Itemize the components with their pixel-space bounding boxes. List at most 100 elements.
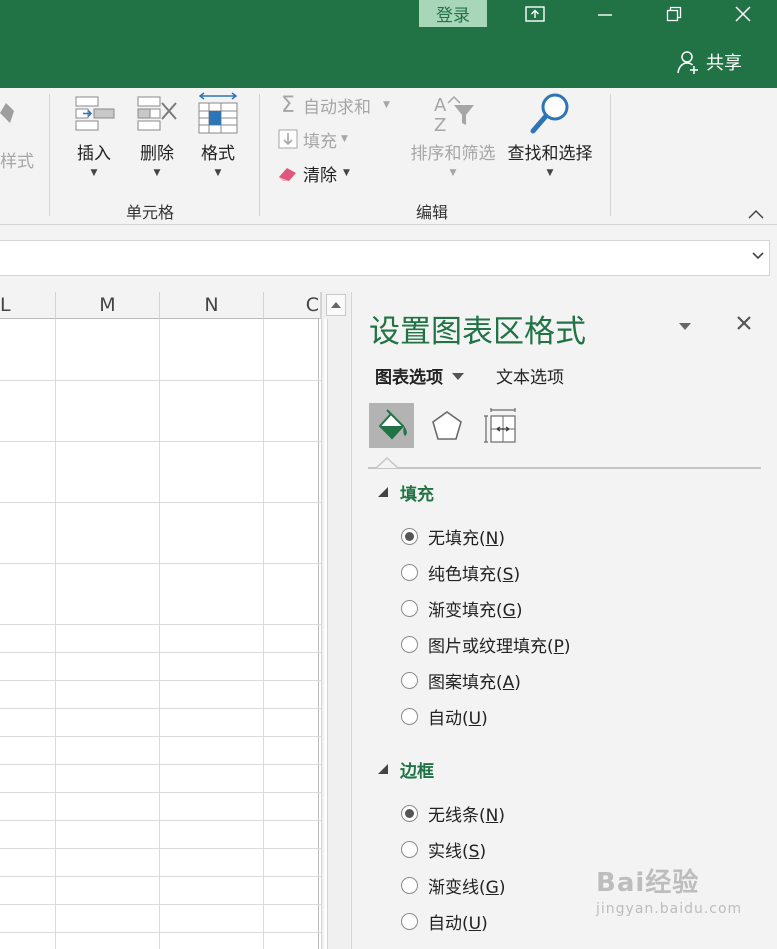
title-bar: 登录 共享	[0, 0, 777, 88]
chevron-down-icon: ▼	[90, 168, 98, 178]
radio-button[interactable]	[401, 840, 418, 858]
ribbon-display-options-button[interactable]	[504, 0, 566, 27]
scroll-up-button[interactable]	[326, 294, 346, 316]
border-option[interactable]: 无线条(N)	[401, 800, 505, 826]
radio-button[interactable]	[401, 804, 418, 822]
column-header-n[interactable]: N	[160, 292, 264, 319]
delete-label: 删除	[140, 144, 174, 164]
close-icon	[735, 5, 751, 22]
collapse-triangle-icon	[378, 487, 388, 497]
minimize-button[interactable]	[574, 0, 636, 27]
sigma-icon: Σ	[281, 92, 295, 118]
formula-input[interactable]	[0, 240, 770, 276]
find-select-button[interactable]: 查找和选择 ▼	[505, 91, 595, 178]
radio-button[interactable]	[401, 707, 418, 725]
column-label: M	[99, 294, 116, 316]
editing-group-label: 编辑	[416, 203, 449, 222]
worksheet-grid[interactable]: L M N C	[0, 292, 321, 949]
gridline	[318, 319, 319, 949]
chevron-down-icon: ▼	[341, 134, 348, 144]
tab-text-options[interactable]: 文本选项	[496, 363, 564, 388]
column-header-m[interactable]: M	[56, 292, 160, 319]
fill-line-tab[interactable]	[369, 403, 414, 448]
border-section-header[interactable]: 边框	[378, 757, 434, 782]
radio-label: 自动(U)	[428, 708, 488, 729]
insert-label: 插入	[77, 144, 111, 164]
expand-formula-bar-icon[interactable]	[751, 249, 765, 265]
fill-option[interactable]: 渐变填充(G)	[401, 595, 522, 621]
radio-button[interactable]	[401, 635, 418, 653]
pane-close-button[interactable]	[736, 312, 752, 337]
insert-cells-button[interactable]: 插入 ▼	[70, 91, 118, 178]
tab-chart-options[interactable]: 图表选项	[375, 363, 465, 388]
close-window-button[interactable]	[712, 0, 774, 27]
share-label: 共享	[706, 53, 742, 74]
login-button[interactable]: 登录	[419, 0, 487, 27]
fill-section-header[interactable]: 填充	[378, 480, 434, 505]
column-header-l[interactable]: L	[0, 292, 56, 319]
gridline	[0, 708, 321, 709]
share-button[interactable]: 共享	[676, 48, 742, 76]
radio-button[interactable]	[401, 527, 418, 545]
collapse-triangle-icon	[378, 764, 388, 774]
effects-tab[interactable]	[424, 403, 469, 448]
fill-option[interactable]: 自动(U)	[401, 703, 488, 729]
border-option[interactable]: 自动(U)	[401, 908, 488, 934]
svg-text:Z: Z	[434, 115, 446, 135]
gridline	[0, 563, 321, 564]
vertical-scrollbar[interactable]	[321, 292, 350, 949]
gridline	[55, 319, 56, 949]
format-cells-button[interactable]: 格式 ▼	[194, 91, 242, 178]
fill-section-label: 填充	[400, 484, 434, 505]
radio-selected-dot	[405, 531, 414, 541]
gridline	[0, 652, 321, 653]
close-icon	[737, 316, 751, 330]
chevron-down-icon: ▼	[153, 168, 161, 178]
gridline	[0, 380, 321, 381]
fill-option[interactable]: 无填充(N)	[401, 523, 505, 549]
restore-button[interactable]	[643, 0, 705, 27]
fill-option[interactable]: 纯色填充(S)	[401, 559, 520, 585]
border-option[interactable]: 渐变线(G)	[401, 872, 505, 898]
pane-options-dropdown[interactable]	[678, 316, 692, 335]
border-option[interactable]: 实线(S)	[401, 836, 486, 862]
radio-button[interactable]	[401, 876, 418, 894]
chevron-down-icon: ▼	[546, 168, 554, 178]
radio-button[interactable]	[401, 912, 418, 930]
size-properties-tab[interactable]	[478, 403, 523, 448]
scroll-track[interactable]	[324, 319, 328, 949]
sort-filter-button[interactable]: A Z 排序和筛选 ▼	[408, 91, 498, 178]
eraser-icon	[277, 162, 299, 184]
chevron-down-icon: ▼	[214, 168, 222, 178]
pane-divider	[368, 467, 761, 469]
styles-button-partial[interactable]: 样式	[0, 91, 40, 181]
radio-button[interactable]	[401, 563, 418, 581]
gridline	[0, 932, 321, 933]
tab-chart-options-label: 图表选项	[375, 368, 443, 388]
pane-title: 设置图表区格式	[369, 314, 586, 350]
watermark-url: jingyan.baidu.com	[596, 901, 743, 917]
radio-label: 实线(S)	[428, 841, 487, 862]
autosum-button[interactable]: Σ 自动求和 ▼	[277, 92, 390, 118]
format-label: 格式	[201, 144, 235, 164]
column-header-o[interactable]: C	[264, 292, 321, 319]
format-chart-area-pane: 设置图表区格式 图表选项 文本选项 填充 无填充(N) 纯色填充(S) 渐变填充…	[351, 292, 777, 949]
fill-down-icon	[277, 128, 299, 150]
fill-option[interactable]: 图片或纹理填充(P)	[401, 631, 571, 657]
clear-button[interactable]: 清除 ▼	[277, 160, 350, 186]
delete-cells-icon	[137, 96, 177, 131]
triangle-down-icon	[679, 323, 691, 330]
magnifier-icon	[530, 93, 569, 134]
format-cells-icon	[198, 92, 238, 134]
radio-button[interactable]	[401, 599, 418, 617]
styles-label: 样式	[0, 152, 34, 172]
gridline	[0, 502, 321, 503]
radio-button[interactable]	[401, 671, 418, 689]
delete-cells-button[interactable]: 删除 ▼	[133, 91, 181, 178]
collapse-ribbon-button[interactable]	[747, 205, 767, 221]
chevron-down-icon: ▼	[343, 168, 350, 178]
svg-text:A: A	[434, 95, 447, 116]
person-add-icon	[677, 51, 698, 74]
fill-button[interactable]: 填充 ▼	[277, 126, 348, 152]
fill-option[interactable]: 图案填充(A)	[401, 667, 521, 693]
